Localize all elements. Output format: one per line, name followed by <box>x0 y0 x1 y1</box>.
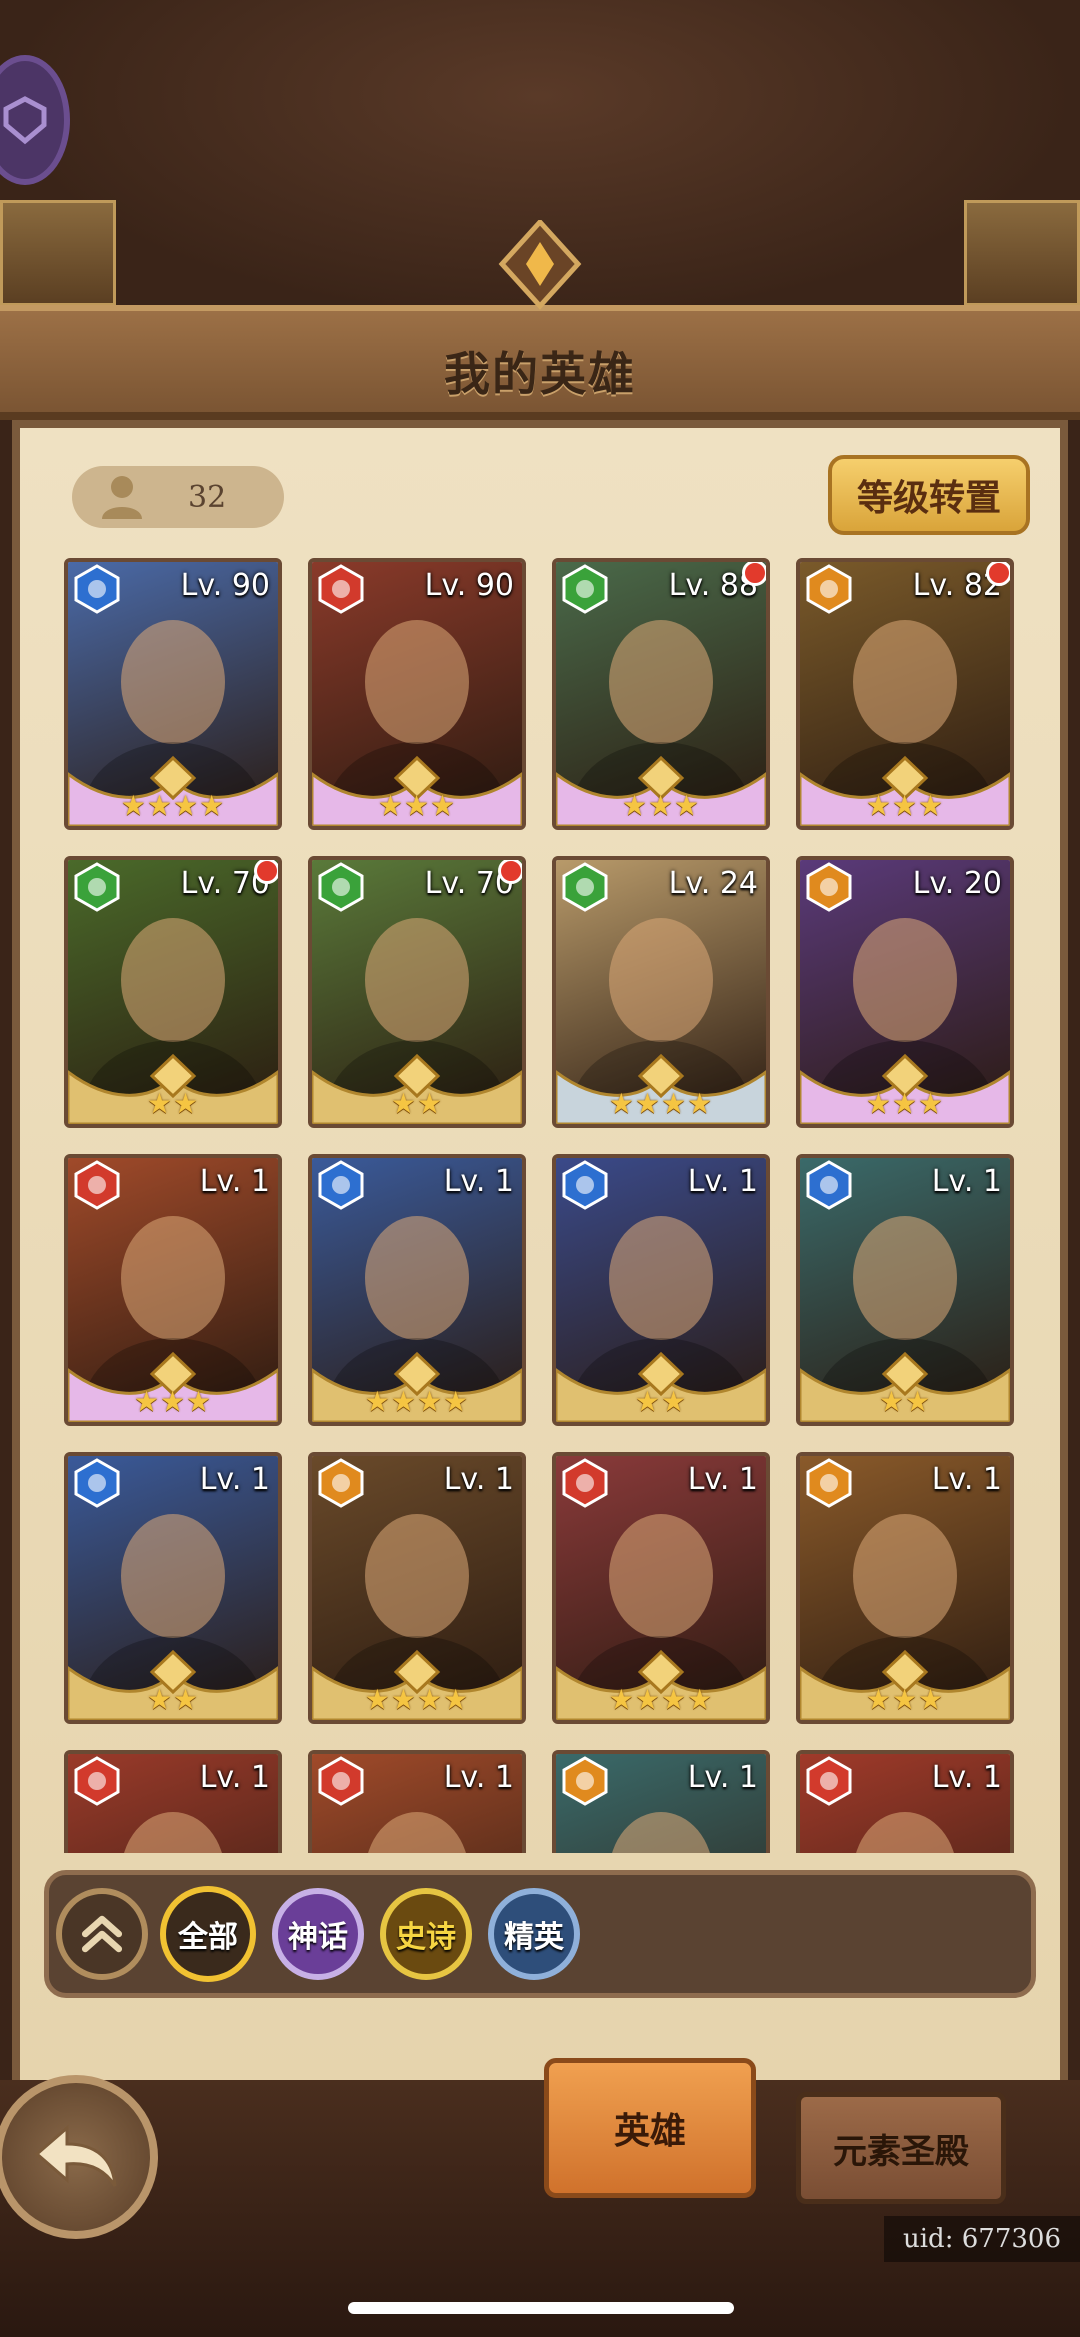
hero-stars: ★★★ <box>865 789 945 822</box>
element-earth-icon <box>318 1458 364 1508</box>
hero-level: Lv. 1 <box>443 1760 514 1795</box>
hero-stars: ★★★ <box>377 789 457 822</box>
element-fire-icon <box>318 1756 364 1806</box>
back-button[interactable] <box>0 2075 158 2239</box>
hero-level: Lv. 1 <box>199 1164 270 1199</box>
hero-level: Lv. 90 <box>424 568 514 603</box>
element-water-icon <box>806 1160 852 1210</box>
page-title: 我的英雄 <box>444 347 636 401</box>
element-fire-icon <box>74 1756 120 1806</box>
hero-stars: ★★★ <box>865 1683 945 1716</box>
element-fire-icon <box>806 1756 852 1806</box>
element-earth-icon <box>806 1458 852 1508</box>
element-wind-icon <box>562 862 608 912</box>
hero-card[interactable]: Lv. 1 ★★ <box>796 1154 1014 1426</box>
hero-stars: ★★★★ <box>364 1385 470 1418</box>
hero-stars: ★★ <box>146 1087 200 1120</box>
hero-card[interactable]: Lv. 1 ★★★ <box>64 1154 282 1426</box>
hero-card[interactable]: Lv. 24 ★★★★ <box>552 856 770 1128</box>
element-water-icon <box>318 1160 364 1210</box>
notification-dot <box>742 562 766 586</box>
filter-mythic-button[interactable]: 神话 <box>272 1888 364 1980</box>
element-fire-icon <box>318 564 364 614</box>
hero-stars: ★★★★ <box>608 1087 714 1120</box>
hero-card[interactable]: Lv. 1 ★★★★ <box>552 1452 770 1724</box>
home-indicator[interactable] <box>348 2302 734 2314</box>
hero-level: Lv. 1 <box>199 1462 270 1497</box>
hero-card[interactable]: Lv. 88 ★★★ <box>552 558 770 830</box>
hero-card[interactable]: Lv. 70 ★★ <box>64 856 282 1128</box>
hero-card[interactable]: Lv. 1 <box>552 1750 770 1853</box>
hero-level: Lv. 1 <box>931 1164 1002 1199</box>
level-transfer-button[interactable]: 等级转置 <box>828 455 1030 535</box>
element-water-icon <box>74 564 120 614</box>
hero-stars: ★★★★ <box>608 1683 714 1716</box>
element-fire-icon <box>562 1458 608 1508</box>
hero-level: Lv. 90 <box>180 568 270 603</box>
element-fire-icon <box>74 1160 120 1210</box>
element-earth-icon <box>806 862 852 912</box>
hero-stars: ★★ <box>878 1385 932 1418</box>
filter-elite-button[interactable]: 精英 <box>488 1888 580 1980</box>
hero-card[interactable]: Lv. 1 <box>308 1750 526 1853</box>
filter-all-button[interactable]: 全部 <box>160 1886 256 1982</box>
hero-level: Lv. 1 <box>443 1164 514 1199</box>
element-wind-icon <box>74 862 120 912</box>
tab-elemental-temple[interactable]: 元素圣殿 <box>796 2092 1006 2204</box>
hero-card[interactable]: Lv. 1 ★★★★ <box>308 1154 526 1426</box>
collapse-button[interactable] <box>56 1888 148 1980</box>
hero-level: Lv. 1 <box>687 1164 758 1199</box>
hero-grid: Lv. 90 ★★★★ Lv. 90 ★★★ Lv. 88 ★★★ Lv. 82 ★★★ Lv.… <box>64 558 1024 1853</box>
hero-level: Lv. 24 <box>668 866 758 901</box>
hero-card[interactable]: Lv. 90 ★★★ <box>308 558 526 830</box>
user-id: uid: 677306 <box>884 2216 1080 2262</box>
hero-card[interactable]: Lv. 1 <box>796 1750 1014 1853</box>
notification-dot <box>986 562 1010 586</box>
hero-stars: ★★★ <box>133 1385 213 1418</box>
hero-level: Lv. 1 <box>443 1462 514 1497</box>
hero-count: 32 <box>72 466 284 528</box>
hero-stars: ★★ <box>390 1087 444 1120</box>
tab-hero[interactable]: 英雄 <box>544 2058 756 2198</box>
element-water-icon <box>562 1160 608 1210</box>
hero-level: Lv. 1 <box>687 1462 758 1497</box>
hero-stars: ★★★ <box>621 789 701 822</box>
hero-level: Lv. 1 <box>687 1760 758 1795</box>
hero-card[interactable]: Lv. 82 ★★★ <box>796 558 1014 830</box>
notification-dot <box>498 860 522 884</box>
crest-gem-icon <box>498 220 582 310</box>
element-earth-icon <box>806 564 852 614</box>
hero-stars: ★★★ <box>865 1087 945 1120</box>
element-wind-icon <box>318 862 364 912</box>
element-earth-icon <box>562 1756 608 1806</box>
hero-stars: ★★ <box>146 1683 200 1716</box>
hero-card[interactable]: Lv. 1 ★★★★ <box>308 1452 526 1724</box>
right-pillar-decoration <box>964 200 1080 306</box>
hero-card[interactable]: Lv. 90 ★★★★ <box>64 558 282 830</box>
hero-level: Lv. 1 <box>931 1462 1002 1497</box>
hero-card[interactable]: Lv. 20 ★★★ <box>796 856 1014 1128</box>
hero-card[interactable]: Lv. 1 ★★ <box>64 1452 282 1724</box>
hero-stars: ★★★★ <box>120 789 226 822</box>
hero-level: Lv. 1 <box>199 1760 270 1795</box>
filter-epic-button[interactable]: 史诗 <box>380 1888 472 1980</box>
person-icon <box>102 476 142 519</box>
notification-dot <box>254 860 278 884</box>
hero-level: Lv. 1 <box>931 1760 1002 1795</box>
hero-stars: ★★★★ <box>364 1683 470 1716</box>
hero-count-value: 32 <box>188 479 227 515</box>
back-arrow-icon <box>34 2124 117 2187</box>
hero-stars: ★★ <box>634 1385 688 1418</box>
hero-card[interactable]: Lv. 70 ★★ <box>308 856 526 1128</box>
double-chevron-up-icon <box>81 1915 123 1953</box>
element-wind-icon <box>562 564 608 614</box>
hero-card[interactable]: Lv. 1 <box>64 1750 282 1853</box>
left-pillar-decoration <box>0 200 116 306</box>
hero-card[interactable]: Lv. 1 ★★ <box>552 1154 770 1426</box>
hero-card[interactable]: Lv. 1 ★★★ <box>796 1452 1014 1724</box>
hero-level: Lv. 20 <box>912 866 1002 901</box>
element-water-icon <box>74 1458 120 1508</box>
shield-icon <box>3 96 47 145</box>
